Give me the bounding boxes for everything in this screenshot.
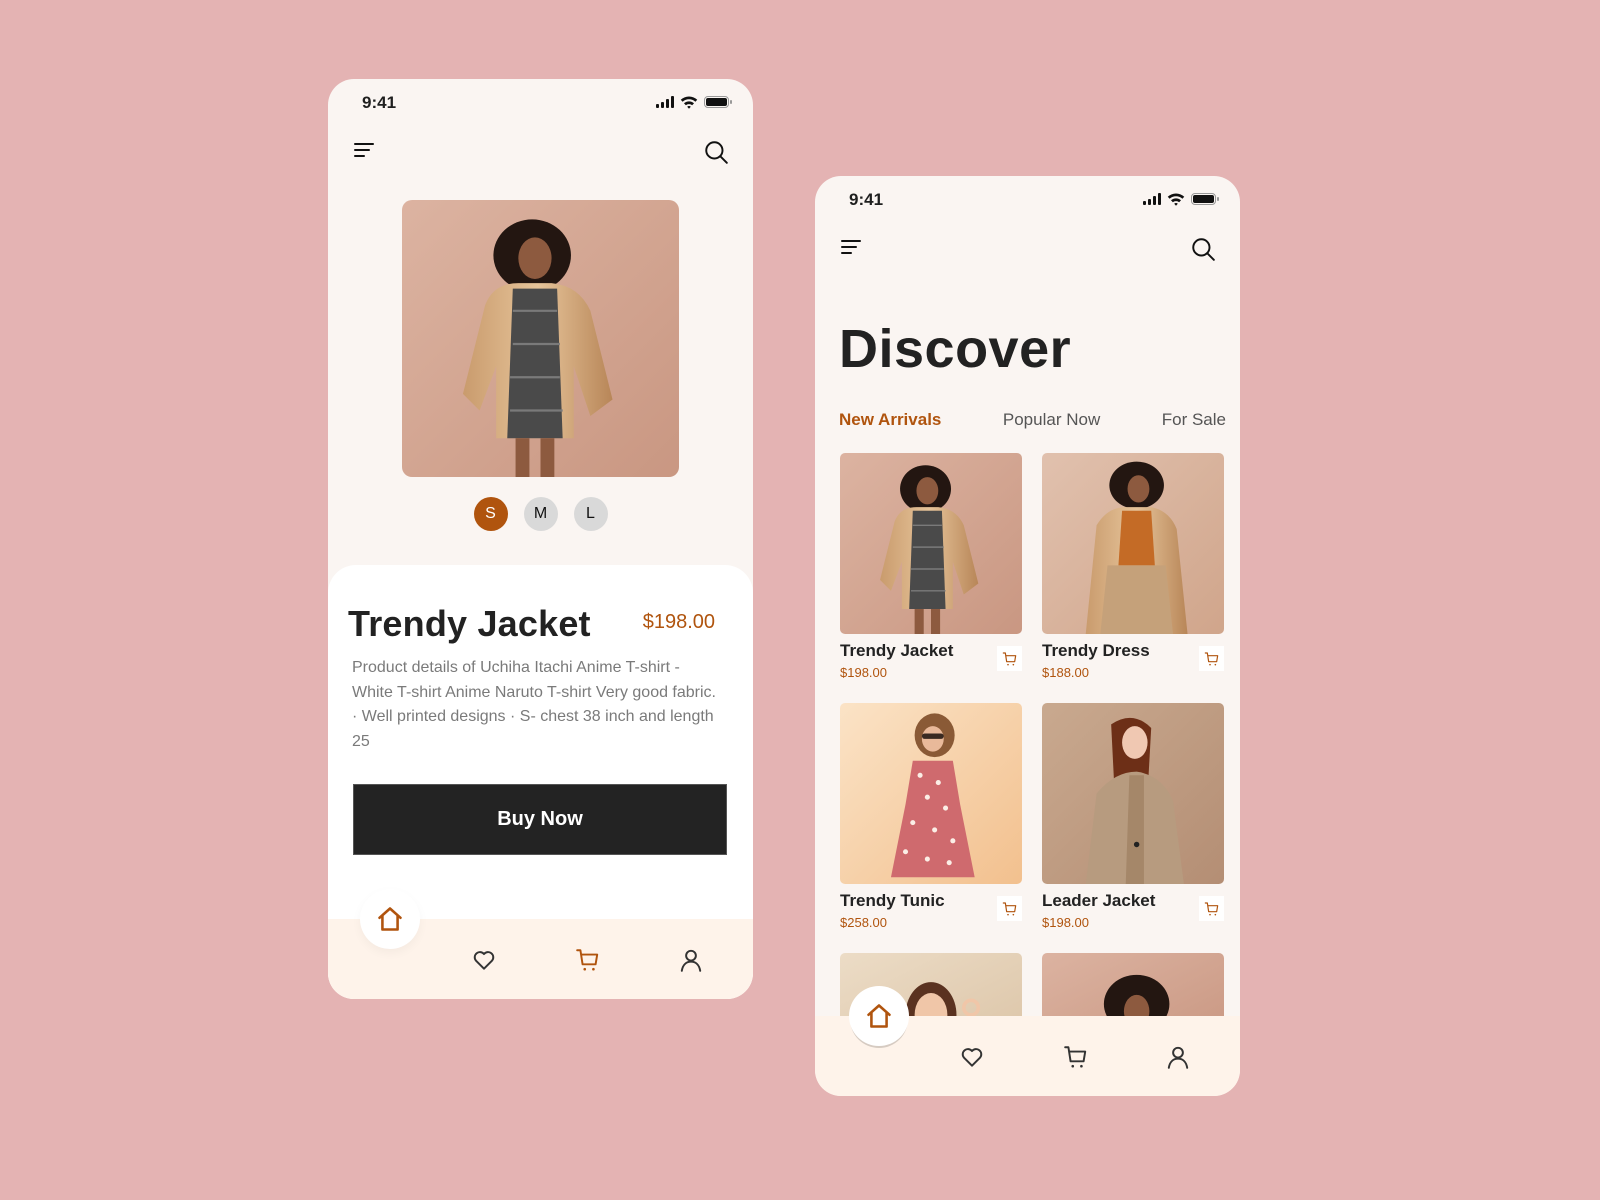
status-bar: 9:41: [815, 176, 1240, 224]
buy-now-button[interactable]: Buy Now: [353, 784, 727, 855]
status-time: 9:41: [849, 190, 884, 209]
product-image[interactable]: [1042, 453, 1224, 634]
product-photo: [1042, 703, 1224, 884]
product-price: $198.00: [1042, 915, 1089, 930]
product-card[interactable]: Leader Jacket $198.00: [1042, 703, 1224, 932]
product-price: $198.00: [840, 665, 887, 680]
page-title: Discover: [839, 319, 1072, 379]
product-price: $198.00: [642, 611, 715, 633]
wifi-icon: [680, 95, 698, 109]
product-name: Trendy Dress: [1042, 641, 1150, 660]
signal-icon: [1143, 193, 1161, 205]
menu-icon[interactable]: [354, 143, 376, 163]
home-icon: [376, 905, 404, 933]
size-option-s[interactable]: S: [473, 497, 508, 531]
status-bar: 9:41: [328, 79, 753, 127]
user-icon[interactable]: [678, 947, 704, 973]
tab-new-arrivals[interactable]: New Arrivals: [839, 410, 941, 430]
size-selector: S M L: [328, 497, 753, 531]
product-image[interactable]: [1042, 703, 1224, 884]
bottom-tab-bar: [815, 986, 1240, 1096]
search-icon[interactable]: [703, 139, 729, 165]
add-to-cart-button[interactable]: [997, 896, 1022, 921]
product-photo: [840, 453, 1022, 634]
add-to-cart-button[interactable]: [997, 646, 1022, 671]
add-to-cart-button[interactable]: [1199, 896, 1224, 921]
category-tabs: New Arrivals Popular Now For Sale: [839, 410, 1226, 430]
product-name: Leader Jacket: [1042, 891, 1156, 910]
tab-popular-now[interactable]: Popular Now: [1003, 410, 1100, 430]
battery-icon: [1191, 193, 1219, 205]
status-time: 9:41: [362, 93, 397, 112]
product-detail-screen: 9:41 S M L Trendy Jacket $198.00 Product…: [328, 79, 753, 999]
product-card[interactable]: Trendy Dress $188.00: [1042, 453, 1224, 682]
product-image[interactable]: [840, 453, 1022, 634]
cart-icon: [1204, 651, 1220, 667]
product-price: $188.00: [1042, 665, 1089, 680]
discover-screen: 9:41 Discover New Arrivals Popular Now F…: [815, 176, 1240, 1096]
cart-icon[interactable]: [575, 947, 601, 973]
system-indicators: [1143, 192, 1219, 206]
product-name: Trendy Jacket: [840, 641, 954, 660]
battery-icon: [704, 96, 732, 108]
top-bar: [328, 139, 753, 169]
heart-icon[interactable]: [959, 1044, 985, 1070]
product-grid: Trendy Jacket $198.00 Trendy Dress $188.…: [840, 453, 1225, 1043]
cart-icon[interactable]: [1063, 1044, 1089, 1070]
product-image[interactable]: [402, 200, 679, 477]
cart-icon: [1204, 901, 1220, 917]
tab-for-sale[interactable]: For Sale: [1162, 410, 1226, 430]
size-option-m[interactable]: M: [523, 497, 558, 531]
product-title: Trendy Jacket: [348, 603, 591, 644]
product-price: $258.00: [840, 915, 887, 930]
product-card[interactable]: Trendy Jacket $198.00: [840, 453, 1022, 682]
cart-icon: [1002, 651, 1018, 667]
product-photo: [402, 200, 679, 477]
product-photo: [1042, 453, 1224, 634]
product-photo: [840, 703, 1022, 884]
product-image[interactable]: [840, 703, 1022, 884]
search-icon[interactable]: [1190, 236, 1216, 262]
system-indicators: [656, 95, 732, 109]
wifi-icon: [1167, 192, 1185, 206]
user-icon[interactable]: [1165, 1044, 1191, 1070]
cart-icon: [1002, 901, 1018, 917]
top-bar: [815, 236, 1240, 266]
size-option-l[interactable]: L: [573, 497, 608, 531]
home-icon: [865, 1002, 893, 1030]
product-card[interactable]: Trendy Tunic $258.00: [840, 703, 1022, 932]
tab-home[interactable]: [849, 986, 909, 1046]
signal-icon: [656, 96, 674, 108]
product-description: Product details of Uchiha Itachi Anime T…: [352, 659, 716, 750]
tab-home[interactable]: [360, 889, 420, 949]
product-name: Trendy Tunic: [840, 891, 945, 910]
menu-icon[interactable]: [841, 240, 863, 260]
heart-icon[interactable]: [471, 947, 497, 973]
add-to-cart-button[interactable]: [1199, 646, 1224, 671]
bottom-tab-bar: [328, 889, 753, 999]
